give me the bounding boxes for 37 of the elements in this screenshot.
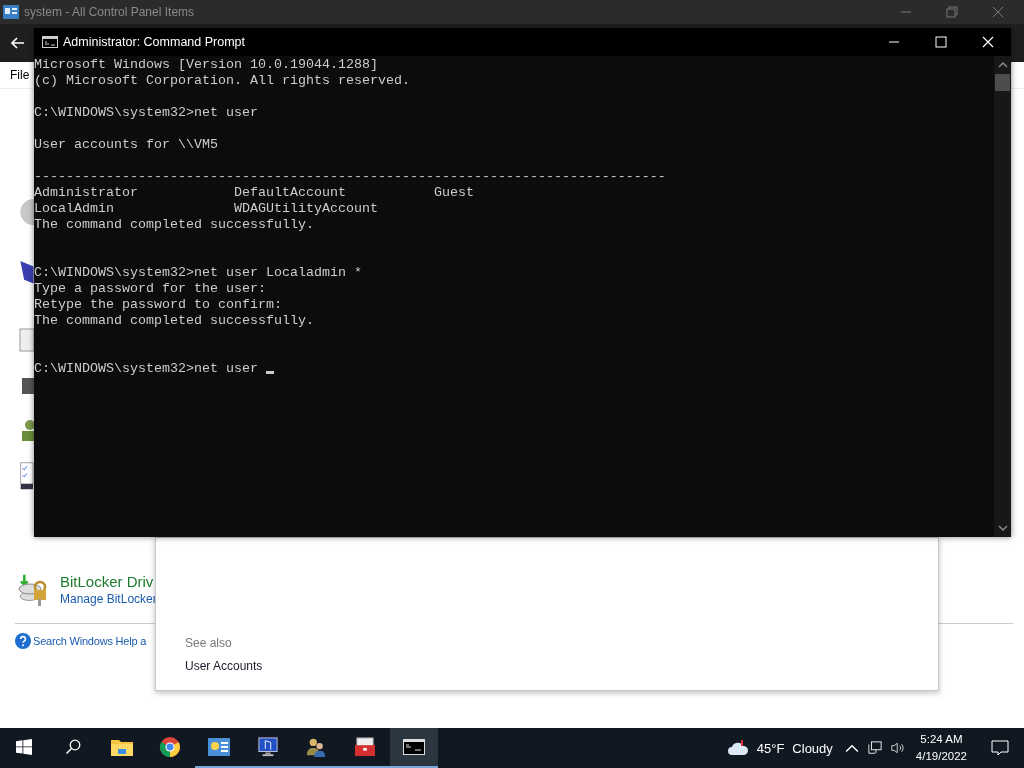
window-title: system - All Control Panel Items bbox=[24, 5, 195, 19]
search-icon bbox=[65, 739, 82, 755]
control-panel-icon bbox=[3, 5, 19, 19]
console-icon bbox=[402, 737, 425, 757]
network-icon[interactable] bbox=[867, 741, 882, 755]
notification-icon[interactable] bbox=[991, 740, 1009, 756]
maximize-icon[interactable] bbox=[935, 36, 947, 48]
back-arrow-icon[interactable] bbox=[11, 37, 25, 49]
browser-icon bbox=[159, 737, 182, 757]
scrollbar[interactable] bbox=[994, 56, 1011, 537]
text-cursor bbox=[265, 371, 274, 374]
scroll-thumb[interactable] bbox=[995, 74, 1010, 91]
scroll-down-icon[interactable] bbox=[997, 525, 1008, 531]
weather-condition[interactable]: Cloudy bbox=[792, 740, 833, 756]
clock[interactable]: 5:24 AM 4/19/2022 bbox=[915, 731, 967, 765]
folder-icon bbox=[110, 737, 133, 757]
console-output: Microsoft Windows [Version 10.0.19044.1288] (c) Microsoft Corporation. All rights reserved. C:\WINDOWS\system32>net user User accounts for \\VM5 ------------------------------------------------------------------------------- Administrator DefaultAccount Guest LocalAdmin WDAGUtilityAccount The command completed successfully. C:\WINDOWS\system32>net user Localadmin * Type a password for the user: Retype the password to confirm: The command completed successfully. C:\WINDOWS\system32>net user bbox=[34, 56, 667, 378]
menu-item[interactable]: File bbox=[10, 68, 30, 82]
item-link[interactable]: Manage BitLocker bbox=[60, 591, 157, 607]
cloud-icon bbox=[726, 740, 749, 756]
scroll-up-icon[interactable] bbox=[997, 62, 1008, 68]
help-icon bbox=[15, 633, 31, 649]
popup-link[interactable]: User Accounts bbox=[185, 658, 938, 674]
weather-temperature[interactable]: 45°F bbox=[756, 740, 785, 756]
windows-logo-icon bbox=[16, 739, 33, 755]
toolbox-icon bbox=[354, 737, 377, 757]
checklist-icon bbox=[18, 461, 34, 491]
item-title[interactable]: BitLocker Driv bbox=[60, 573, 157, 591]
volume-icon[interactable] bbox=[890, 741, 905, 755]
control-panel-icon bbox=[208, 737, 231, 757]
section-heading: See also bbox=[185, 635, 233, 651]
help-link[interactable]: Search Windows Help a bbox=[33, 635, 147, 647]
window-title: Administrator: Command Prompt bbox=[63, 35, 245, 49]
users-icon bbox=[305, 737, 328, 757]
monitor-icon bbox=[256, 737, 279, 757]
console-icon bbox=[42, 36, 58, 48]
taskbar-button[interactable] bbox=[389, 728, 439, 768]
